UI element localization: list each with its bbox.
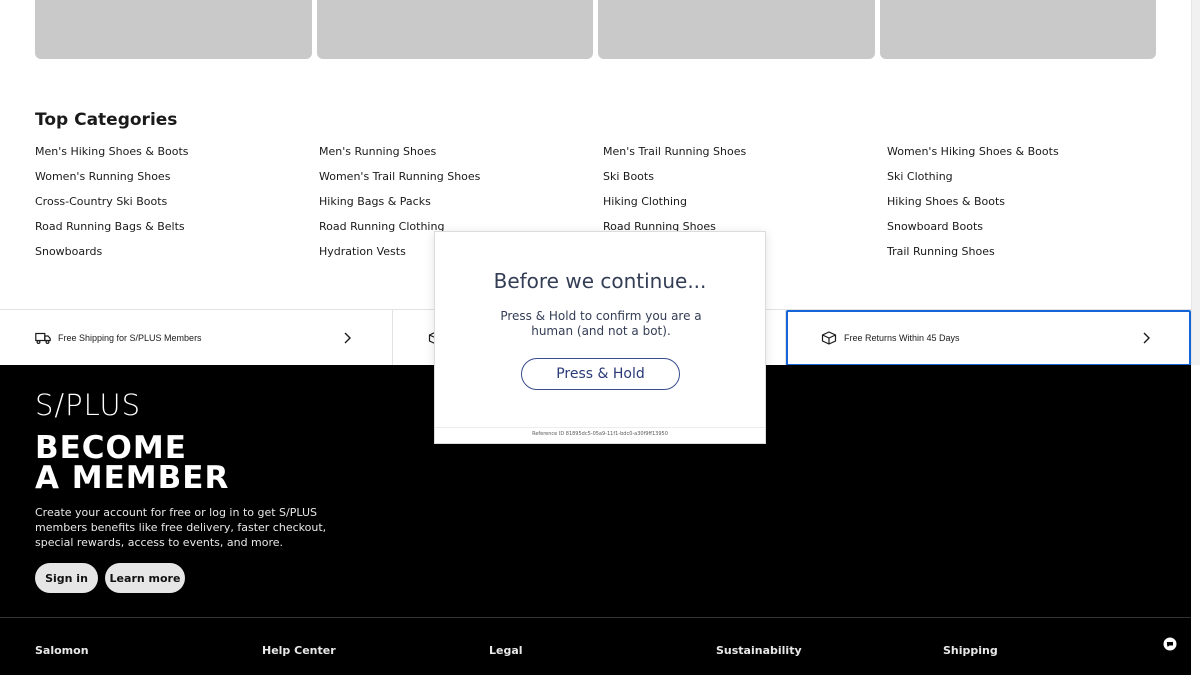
category-link[interactable]: Hiking Bags & Packs: [319, 194, 603, 219]
category-link[interactable]: Ski Boots: [603, 169, 887, 194]
press-and-hold-button[interactable]: Press & Hold: [521, 358, 680, 390]
become-line: BECOME: [35, 430, 187, 466]
truck-icon: [35, 332, 51, 345]
footer-column-salomon[interactable]: Salomon: [35, 644, 262, 657]
bot-check-modal: Before we continue... Press & Hold to co…: [434, 231, 766, 444]
benefit-label: Free Shipping for S/PLUS Members: [58, 333, 202, 343]
become-member-heading: BECOME A MEMBER: [35, 430, 230, 496]
product-card-placeholder[interactable]: [879, 0, 1156, 59]
category-column: Men's Hiking Shoes & Boots Women's Runni…: [35, 144, 319, 269]
category-link[interactable]: Women's Running Shoes: [35, 169, 319, 194]
chevron-right-icon: [1143, 332, 1150, 344]
category-link[interactable]: Ski Clothing: [887, 169, 1156, 194]
footer-column-help-center[interactable]: Help Center: [262, 644, 489, 657]
benefit-label: Free Returns Within 45 Days: [844, 333, 960, 343]
learn-more-button[interactable]: Learn more: [105, 563, 185, 593]
box-icon: [821, 331, 837, 345]
category-link[interactable]: Women's Trail Running Shoes: [319, 169, 603, 194]
category-link[interactable]: Men's Running Shoes: [319, 144, 603, 169]
category-link[interactable]: Men's Hiking Shoes & Boots: [35, 144, 319, 169]
product-card-placeholder[interactable]: [316, 0, 593, 59]
become-line: A MEMBER: [35, 460, 230, 496]
sign-in-button[interactable]: Sign in: [35, 563, 98, 593]
splus-logo-text: S/PLUS: [35, 387, 142, 422]
benefit-free-shipping[interactable]: Free Shipping for S/PLUS Members: [0, 310, 393, 366]
modal-title: Before we continue...: [493, 269, 707, 293]
category-link[interactable]: Men's Trail Running Shoes: [603, 144, 887, 169]
chevron-right-icon: [344, 332, 351, 344]
modal-message: Press & Hold to confirm you are a human …: [500, 309, 702, 338]
benefit-free-returns[interactable]: Free Returns Within 45 Days: [786, 310, 1191, 366]
product-card-placeholder[interactable]: [598, 0, 875, 59]
category-link[interactable]: Cross-Country Ski Boots: [35, 194, 319, 219]
top-categories-heading: Top Categories: [35, 110, 178, 130]
chat-icon[interactable]: [1163, 637, 1177, 651]
modal-divider: [435, 427, 765, 428]
splus-logo[interactable]: S/PLUS: [35, 387, 142, 422]
category-link[interactable]: Snowboard Boots: [887, 219, 1156, 244]
footer-divider: [0, 617, 1191, 618]
category-link[interactable]: Hiking Shoes & Boots: [887, 194, 1156, 219]
category-link[interactable]: Road Running Bags & Belts: [35, 219, 319, 244]
footer-column-shipping[interactable]: Shipping: [943, 644, 1156, 657]
reference-id: Reference ID 81895dc5-05a9-11f1-bdc0-a30…: [532, 431, 668, 437]
category-link[interactable]: Women's Hiking Shoes & Boots: [887, 144, 1156, 169]
category-link[interactable]: Trail Running Shoes: [887, 244, 1156, 269]
category-link[interactable]: Snowboards: [35, 244, 319, 269]
product-card-placeholder[interactable]: [35, 0, 312, 59]
category-link[interactable]: Hiking Clothing: [603, 194, 887, 219]
product-cards-row: [35, 0, 1156, 59]
footer-column-legal[interactable]: Legal: [489, 644, 716, 657]
member-description: Create your account for free or log in t…: [35, 506, 327, 549]
footer-column-sustainability[interactable]: Sustainability: [716, 644, 943, 657]
category-column: Women's Hiking Shoes & Boots Ski Clothin…: [887, 144, 1156, 269]
page-scrollbar[interactable]: [1191, 0, 1200, 365]
footer-columns: Salomon Help Center Legal Sustainability…: [35, 644, 1156, 657]
